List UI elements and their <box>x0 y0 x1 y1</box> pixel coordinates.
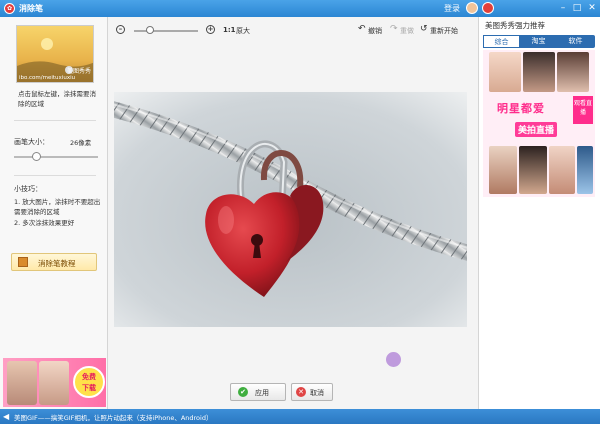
recommend-tabs: 综合 淘宝 软件 <box>483 35 595 48</box>
zoom-out-icon[interactable]: – <box>116 25 125 34</box>
redo-icon[interactable]: ↷ <box>390 25 398 34</box>
reset-button[interactable]: 重新开始 <box>430 26 458 36</box>
main-area: 美图秀秀 ibo.com/meituxiuxiu 点击鼠标左键，涂抹需要消除的区… <box>0 17 600 409</box>
app-logo-icon: ✿ <box>4 3 15 14</box>
erase-hint: 点击鼠标左键，涂抹需要消除的区域 <box>18 90 96 108</box>
undo-button[interactable]: 撤销 <box>368 26 382 36</box>
redo-button[interactable]: 重做 <box>400 26 414 36</box>
recommend-title: 美图秀秀强力推荐 <box>485 21 545 30</box>
brush-size-slider-handle[interactable] <box>32 152 41 161</box>
watch-live-tag: 观看直播 <box>573 96 593 124</box>
divider <box>14 175 96 176</box>
ad-photo <box>577 146 593 194</box>
tip-item: 2. 多次涂抹效果更好 <box>14 219 75 227</box>
free-badge-line: 下载 <box>82 384 96 392</box>
free-download-badge[interactable]: 免费 下载 <box>73 366 105 398</box>
window-title: 消除笔 <box>19 4 43 13</box>
status-message[interactable]: 美图GIF——搞笑GIF相机，让照片动起来（支持iPhone、Android） <box>14 412 212 422</box>
tip-item: 1. 放大图片，涂抹时不要超出需要消除的区域 <box>14 198 101 216</box>
preview-thumbnail: 美图秀秀 ibo.com/meituxiuxiu <box>16 25 94 83</box>
tab-general[interactable]: 综合 <box>483 35 520 48</box>
undo-icon[interactable]: ↶ <box>358 25 366 34</box>
maximize-button[interactable]: □ <box>570 2 584 14</box>
tab-taobao[interactable]: 淘宝 <box>520 35 557 48</box>
ad-photo <box>39 361 69 405</box>
ad-photo <box>557 52 589 92</box>
divider <box>14 120 96 121</box>
download-ad-banner[interactable]: 免费 下载 <box>3 358 106 407</box>
minimize-button[interactable]: – <box>556 2 570 14</box>
zoom-slider[interactable] <box>134 26 198 34</box>
title-bar: ✿ 消除笔 登录 – □ ✕ <box>0 0 600 17</box>
close-button[interactable]: ✕ <box>585 2 599 14</box>
apply-button[interactable]: ✔ 应用 <box>230 383 286 401</box>
reset-icon[interactable]: ↺ <box>420 25 428 34</box>
live-stream-ad[interactable]: 明星都爱 美拍直播 观看直播 <box>483 50 595 197</box>
status-bar: ◀ 美图GIF——搞笑GIF相机，让照片动起来（支持iPhone、Android… <box>0 409 600 424</box>
ad-photo <box>519 146 547 194</box>
speaker-icon: ◀ <box>3 412 10 421</box>
zoom-slider-handle[interactable] <box>146 26 154 34</box>
ad-photo <box>7 361 37 405</box>
ad-headline: 明星都爱 <box>497 102 545 115</box>
left-panel: 美图秀秀 ibo.com/meituxiuxiu 点击鼠标左键，涂抹需要消除的区… <box>0 17 108 409</box>
thumbnail-watermark-text: ibo.com/meituxiuxiu <box>19 75 76 81</box>
tab-software[interactable]: 软件 <box>557 35 594 48</box>
brush-size-label: 画笔大小： <box>14 138 49 146</box>
ad-photo <box>489 52 521 92</box>
tips-title: 小技巧： <box>14 185 42 193</box>
brush-size-slider[interactable] <box>14 152 98 161</box>
free-badge-line: 免费 <box>82 373 96 381</box>
brush-size-value: 26像素 <box>70 139 92 147</box>
canvas-toolbar: – + 1:1 原大 ↶ 撤销 ↷ 重做 ↺ 重新开始 <box>108 17 470 43</box>
user-icon[interactable] <box>466 2 478 14</box>
ad-photo <box>523 52 555 92</box>
brush-cursor <box>386 352 401 367</box>
weibo-icon[interactable] <box>482 2 494 14</box>
photo-canvas[interactable] <box>114 92 467 327</box>
check-icon: ✔ <box>238 387 248 397</box>
package-icon <box>18 257 28 267</box>
cancel-button[interactable]: ✕ 取消 <box>291 383 333 401</box>
zoom-in-icon[interactable]: + <box>206 25 215 34</box>
thumbnail-logo-text: 美图秀秀 <box>67 68 92 75</box>
original-size-button[interactable]: 原大 <box>236 26 250 36</box>
cancel-button-label: 取消 <box>310 389 324 397</box>
apply-button-label: 应用 <box>255 389 269 397</box>
original-size-prefix: 1:1 <box>223 26 236 34</box>
cancel-icon: ✕ <box>296 387 306 397</box>
login-link[interactable]: 登录 <box>444 3 460 14</box>
tutorial-button[interactable]: 消除笔教程 <box>11 253 97 271</box>
recommend-panel: 美图秀秀强力推荐 综合 淘宝 软件 明星都爱 美拍直播 观看直播 <box>478 17 600 409</box>
ad-photo <box>489 146 517 194</box>
ad-photo <box>549 146 575 194</box>
ad-subtitle: 美拍直播 <box>515 122 558 137</box>
tutorial-button-label: 消除笔教程 <box>38 259 76 268</box>
